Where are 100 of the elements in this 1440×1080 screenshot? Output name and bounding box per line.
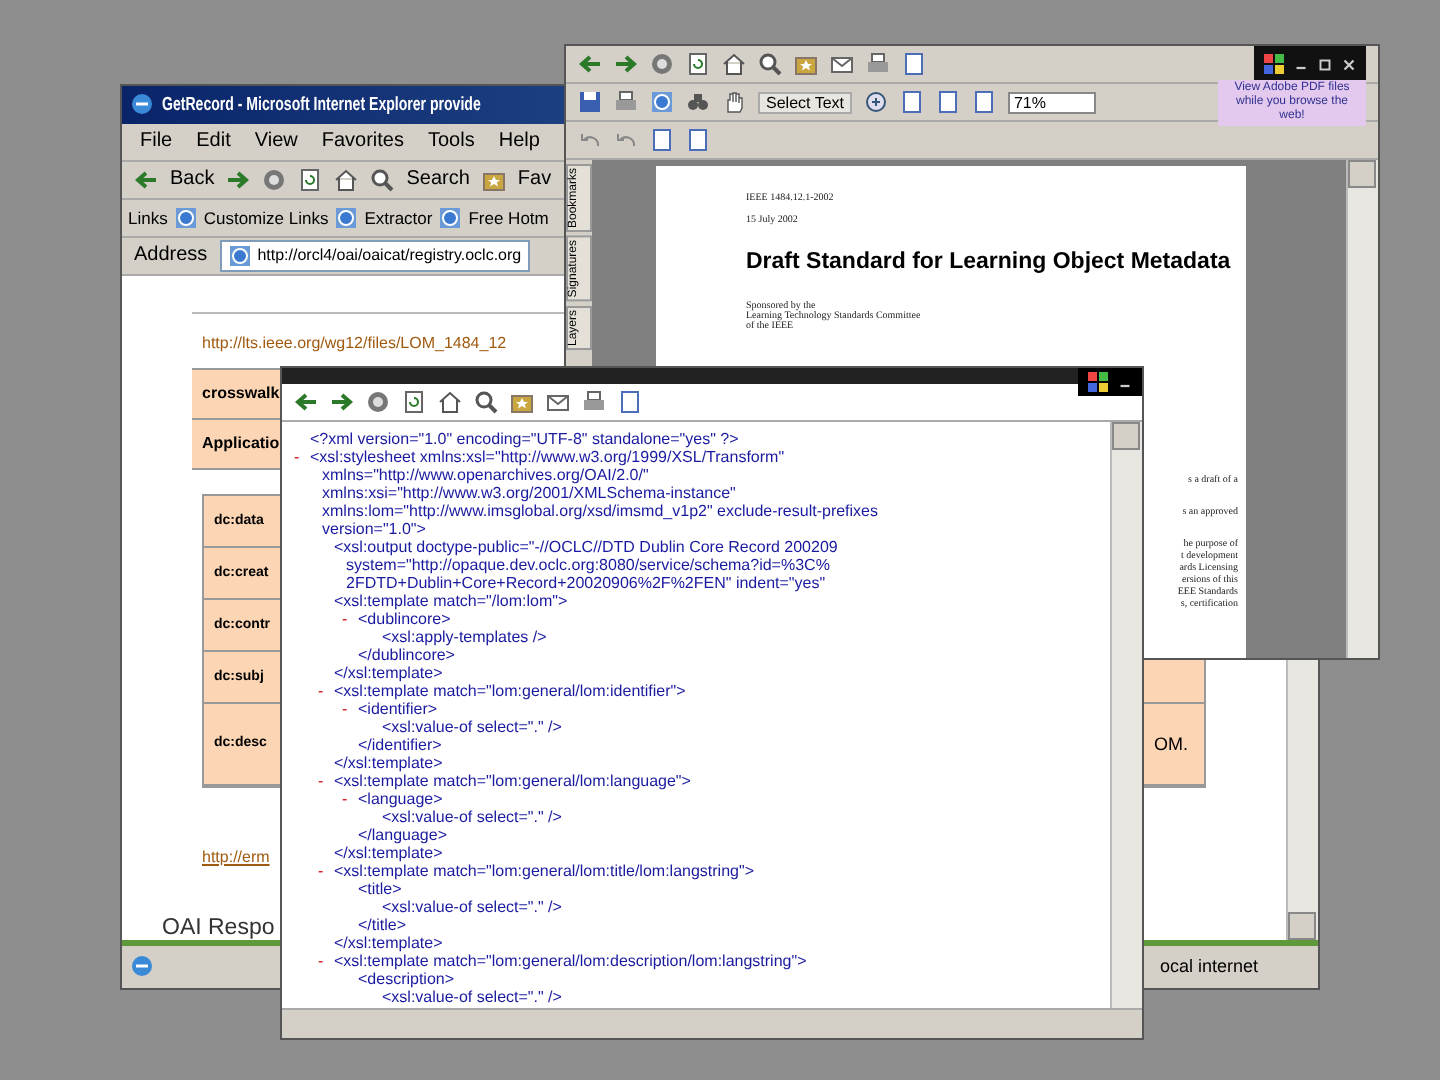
- stop-icon[interactable]: [650, 52, 674, 76]
- xml-line: <xsl:template match="lom:general/lom:title/lom:langstring">: [334, 862, 754, 880]
- address-label: Address: [134, 244, 208, 267]
- xml-line: <xsl:apply-templates />: [382, 628, 547, 646]
- xml-line: <xsl:value-of select="." />: [382, 808, 562, 826]
- back-arrow-icon[interactable]: [134, 167, 158, 192]
- forward-arrow-icon[interactable]: [614, 52, 638, 76]
- xml-line: <dublincore>: [358, 610, 451, 628]
- xml-line: <xsl:value-of select="." />: [382, 718, 562, 736]
- section-heading: OAI Respo: [162, 915, 275, 940]
- favorites-button[interactable]: Fav: [517, 168, 552, 191]
- globe-page-icon[interactable]: [438, 205, 463, 230]
- floppy-icon[interactable]: [578, 90, 602, 114]
- document-link[interactable]: http://lts.ieee.org/wg12/files/LOM_1484_12: [202, 333, 507, 352]
- xml-line: <xsl:template match="lom:general/lom:description/lom:langstring">: [334, 952, 807, 970]
- back-arrow-icon[interactable]: [578, 52, 602, 76]
- menu-item[interactable]: Edit: [190, 130, 237, 153]
- xml-line: </title>: [358, 916, 407, 934]
- collapse-toggle[interactable]: -: [318, 952, 334, 970]
- zoom-field[interactable]: 71%: [1007, 91, 1096, 113]
- zoom-in-icon[interactable]: [863, 90, 888, 114]
- menu-item[interactable]: View: [248, 130, 304, 153]
- xml-line: <title>: [358, 880, 402, 898]
- envelope-icon[interactable]: [546, 390, 570, 414]
- xml-line: system="http://opaque.dev.oclc.org:8080/service/schema?id=%3C%: [346, 556, 830, 574]
- home-icon[interactable]: [722, 52, 746, 76]
- globe-page-icon[interactable]: [334, 205, 359, 230]
- xml-line: xmlns:lom="http://www.imsglobal.org/xsd/imsmd_v1p2" exclude-result-prefixes: [322, 502, 879, 520]
- xml-line: </xsl:template>: [334, 934, 443, 952]
- forward-arrow-icon[interactable]: [226, 167, 251, 192]
- page-link[interactable]: http://erm: [202, 847, 270, 866]
- collapse-toggle[interactable]: -: [318, 862, 334, 880]
- xml-line: </xsl:template>: [334, 844, 443, 862]
- back-arrow-icon[interactable]: [294, 390, 318, 414]
- select-text-tool[interactable]: Select Text: [758, 91, 852, 113]
- xml-line: </identifier>: [358, 736, 442, 754]
- link-item[interactable]: Customize Links: [203, 207, 329, 228]
- menu-item[interactable]: File: [134, 130, 179, 153]
- home-icon[interactable]: [334, 167, 359, 192]
- xml-line: <identifier>: [358, 700, 438, 718]
- collapse-toggle[interactable]: -: [318, 772, 334, 790]
- xml-line: <language>: [358, 790, 443, 808]
- globe-page-icon[interactable]: [227, 243, 252, 268]
- xml-line: <xsl:value-of select="." />: [382, 988, 562, 1006]
- page-icon[interactable]: [618, 390, 642, 414]
- printer-icon[interactable]: [614, 90, 638, 114]
- page-icon[interactable]: [298, 167, 323, 192]
- collapse-toggle[interactable]: -: [342, 610, 358, 628]
- link-item[interactable]: Free Hotm: [468, 207, 549, 228]
- page-icon[interactable]: [971, 90, 996, 114]
- collapse-toggle[interactable]: -: [318, 682, 334, 700]
- binoculars-icon[interactable]: [686, 90, 710, 114]
- address-field[interactable]: http://orcl4/oai/oaicat/registry.oclc.org: [219, 239, 530, 272]
- stop-icon[interactable]: [262, 167, 287, 192]
- hand-icon[interactable]: [722, 90, 746, 114]
- xml-line: </dublincore>: [358, 646, 455, 664]
- globe-page-icon[interactable]: [650, 90, 674, 114]
- windows-logo-icon[interactable]: [1262, 52, 1286, 76]
- stop-icon[interactable]: [366, 390, 390, 414]
- links-label: Links: [128, 207, 168, 228]
- forward-arrow-icon[interactable]: [330, 390, 354, 414]
- xml-line: 2FDTD+Dublin+Core+Record+20020906%2F%2FEN" indent="yes": [346, 574, 826, 592]
- xml-line: <?xml version="1.0" encoding="UTF-8" standalone="yes" ?>: [310, 430, 739, 448]
- menu-item[interactable]: Help: [492, 130, 546, 153]
- search-icon[interactable]: [474, 390, 498, 414]
- link-item[interactable]: Extractor: [364, 207, 433, 228]
- globe-page-icon[interactable]: [173, 205, 198, 230]
- page-icon[interactable]: [935, 90, 960, 114]
- windows-logo-icon[interactable]: [1086, 370, 1110, 394]
- scrollbar[interactable]: [1110, 422, 1142, 1008]
- page-icon[interactable]: [686, 128, 710, 152]
- page-icon[interactable]: [650, 128, 674, 152]
- close-icon[interactable]: [1340, 55, 1358, 73]
- printer-icon[interactable]: [866, 52, 890, 76]
- menu-item[interactable]: Tools: [421, 130, 481, 153]
- back-button[interactable]: Back: [170, 168, 215, 191]
- menu-item[interactable]: Favorites: [315, 130, 410, 153]
- home-icon[interactable]: [438, 390, 462, 414]
- xml-line: </xsl:template>: [334, 664, 443, 682]
- xml-line: <xsl:value-of select="." />: [382, 898, 562, 916]
- maximize-icon[interactable]: [1316, 55, 1334, 73]
- search-icon[interactable]: [370, 167, 395, 192]
- browser-logo-icon[interactable]: [130, 92, 154, 117]
- xml-line: </xsl:template>: [334, 754, 443, 772]
- page-icon[interactable]: [686, 52, 710, 76]
- collapse-toggle[interactable]: -: [342, 790, 358, 808]
- xml-line: xmlns="http://www.openarchives.org/OAI/2.0/": [322, 466, 649, 484]
- collapse-toggle[interactable]: -: [342, 700, 358, 718]
- search-icon[interactable]: [758, 52, 782, 76]
- xml-line: <description>: [358, 970, 455, 988]
- search-button[interactable]: Search: [406, 168, 470, 191]
- printer-icon[interactable]: [582, 390, 606, 414]
- envelope-icon[interactable]: [830, 52, 854, 76]
- collapse-toggle[interactable]: -: [294, 448, 310, 466]
- xml-line: <xsl:template match="lom:general/lom:identifier">: [334, 682, 686, 700]
- horizontal-scrollbar[interactable]: [282, 1008, 1142, 1038]
- page-icon[interactable]: [902, 52, 926, 76]
- page-icon[interactable]: [402, 390, 426, 414]
- xml-line: version="1.0">: [322, 520, 426, 538]
- page-icon[interactable]: [899, 90, 924, 114]
